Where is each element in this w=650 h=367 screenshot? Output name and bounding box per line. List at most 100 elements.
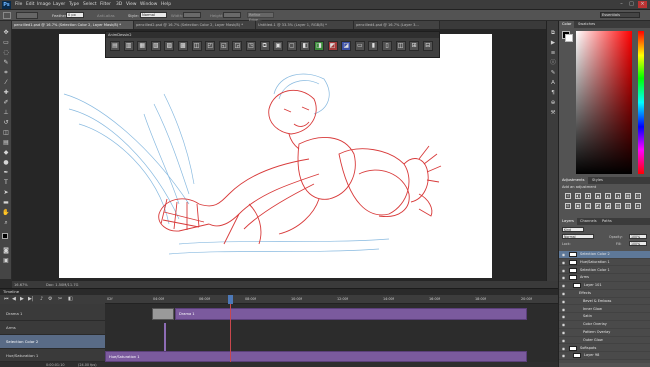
opacity-input[interactable]: 100%	[629, 234, 647, 239]
visibility-eye-icon[interactable]: ◉	[561, 330, 566, 335]
layer-row[interactable]: ◉ Pattern Overlay	[559, 329, 650, 337]
anim-button-7[interactable]: ◫	[191, 41, 202, 51]
visibility-eye-icon[interactable]: ◉	[561, 283, 566, 288]
menu-filter[interactable]: Filter	[100, 2, 111, 7]
anim-button-19[interactable]: ▭	[354, 41, 365, 51]
lasso-tool-icon[interactable]: ◌	[2, 49, 10, 57]
settings-icon[interactable]: ⚙	[48, 296, 52, 302]
adjustment-icon[interactable]: ▦	[625, 193, 631, 199]
tool-presets-icon[interactable]: ⚒	[549, 109, 557, 117]
antialias-checkbox[interactable]: Anti-alias	[97, 13, 115, 18]
layer-row[interactable]: ◉ Selection Color 1	[559, 267, 650, 275]
properties-icon[interactable]: ≡	[549, 49, 557, 57]
marquee-tool-icon[interactable]: ▭	[2, 39, 10, 47]
dodge-icon[interactable]: ●	[2, 159, 10, 167]
timeline-ruler[interactable]: 02f 04:00f 06:00f 08:00f 10:00f 12:00f 14:00f 1…	[105, 295, 558, 304]
anim-button-11[interactable]: ◳	[246, 41, 256, 51]
anim-button-6[interactable]: ▩	[178, 41, 188, 51]
adjustment-icon[interactable]: ▲	[595, 193, 601, 199]
anim-button-20[interactable]: ▮	[368, 41, 379, 51]
anim-button-5[interactable]: ▨	[164, 41, 175, 51]
menu-view[interactable]: View	[126, 2, 136, 7]
adjustment-icon[interactable]: ▤	[615, 203, 621, 209]
brush-presets-icon[interactable]: ✎	[549, 69, 557, 77]
anim-button-22[interactable]: ◫	[395, 41, 406, 51]
anim-button-13[interactable]: ▣	[273, 41, 284, 51]
anim-button-10[interactable]: ◲	[232, 41, 243, 51]
menu-type[interactable]: Type	[69, 2, 79, 7]
blend-mode-select[interactable]: Normal	[562, 234, 594, 239]
anim-button-24[interactable]: ⊟	[422, 41, 433, 51]
adjustment-icon[interactable]: ◑	[585, 193, 591, 199]
selection-mode-group[interactable]	[16, 12, 38, 19]
tab-layers[interactable]: Layers	[559, 218, 577, 225]
tab-swatches[interactable]: Swatches	[575, 21, 598, 28]
visibility-eye-icon[interactable]: ◉	[561, 252, 566, 257]
tab-color[interactable]: Color	[559, 21, 575, 28]
blur-icon[interactable]: ◆	[2, 149, 10, 157]
visibility-eye-icon[interactable]: ◉	[561, 268, 566, 273]
track-selection-color-2[interactable]: Selection Color 2	[0, 335, 105, 349]
shape-tool-icon[interactable]: ▬	[2, 199, 10, 207]
track-hue-saturation-1[interactable]: Hue/Saturation 1	[0, 349, 105, 362]
layer-row[interactable]: ◉ Layer 101	[559, 282, 650, 290]
menu-select[interactable]: Select	[83, 2, 97, 7]
anim-button-12[interactable]: ⧉	[259, 41, 270, 51]
pen-tool-icon[interactable]: ✒	[2, 169, 10, 177]
foreground-color-swatch[interactable]	[2, 233, 8, 239]
layer-row[interactable]: ◉ Effects	[559, 290, 650, 298]
tab-styles[interactable]: Styles	[589, 177, 606, 184]
tab-paths[interactable]: Paths	[599, 218, 615, 225]
next-frame-icon[interactable]: ▶|	[28, 296, 34, 302]
feather-input[interactable]: 0 px	[66, 12, 84, 18]
adjustment-icon[interactable]: ◫	[585, 203, 591, 209]
anim-button-8[interactable]: ◰	[205, 41, 216, 51]
zoom-tool-icon[interactable]: ⌕	[2, 219, 10, 227]
adjustment-icon[interactable]: ◩	[595, 203, 601, 209]
color-field[interactable]	[576, 31, 632, 174]
first-frame-icon[interactable]: ⏮	[4, 296, 9, 302]
layer-row[interactable]: ◉ Color Overlay	[559, 321, 650, 329]
menu-help[interactable]: Help	[161, 2, 171, 7]
healing-brush-icon[interactable]: ✚	[2, 89, 10, 97]
visibility-eye-icon[interactable]: ◉	[561, 275, 566, 280]
clip-drama-1[interactable]: Drama 1	[175, 308, 527, 320]
layer-row[interactable]: ◉ Satin	[559, 313, 650, 321]
anim-button-16[interactable]: ◨	[314, 41, 324, 51]
type-tool-icon[interactable]: T	[2, 179, 10, 187]
clone-stamp-icon[interactable]: ⊥	[2, 109, 10, 117]
anim-button-15[interactable]: ◧	[300, 41, 311, 51]
menu-edit[interactable]: Edit	[26, 2, 35, 7]
menu-3d[interactable]: 3D	[116, 2, 122, 7]
layer-row[interactable]: ◉ Layer 98	[559, 352, 650, 360]
visibility-eye-icon[interactable]: ◉	[561, 346, 566, 351]
tab-adjustments[interactable]: Adjustments	[559, 177, 588, 184]
adjustment-icon[interactable]: ⊙	[565, 203, 571, 209]
visibility-eye-icon[interactable]: ◉	[561, 353, 566, 358]
adjustment-icon[interactable]: ◈	[635, 203, 641, 209]
move-tool-icon[interactable]: ✥	[2, 29, 10, 37]
hand-tool-icon[interactable]: ✋	[2, 209, 10, 217]
history-brush-icon[interactable]: ↺	[2, 119, 10, 127]
playhead-handle[interactable]	[228, 295, 233, 304]
adjustment-icon[interactable]: ◐	[575, 193, 581, 199]
history-icon[interactable]: ⧉	[549, 29, 557, 37]
doc-tab-2[interactable]: pencilled2.psd @ 16.7% (Selection Color …	[134, 21, 256, 29]
hue-slider[interactable]	[638, 31, 644, 174]
path-select-icon[interactable]: ➤	[2, 189, 10, 197]
layer-row[interactable]: ◉ Softspots	[559, 345, 650, 353]
height-input[interactable]	[223, 12, 241, 18]
visibility-eye-icon[interactable]: ◉	[561, 307, 566, 312]
split-icon[interactable]: ✂	[58, 296, 62, 302]
document-canvas[interactable]	[59, 34, 492, 278]
audio-icon[interactable]: ♪	[40, 296, 43, 302]
menu-file[interactable]: File	[15, 2, 22, 7]
anim-button-14[interactable]: ▢	[286, 41, 297, 51]
quick-mask-icon[interactable]: ◙	[2, 247, 10, 255]
anim-button-3[interactable]: ▦	[137, 41, 148, 51]
doc-tab-1[interactable]: pencilled1.psd @ 16.7% (Selection Color …	[12, 21, 134, 29]
layer-row[interactable]: ◉ Hue/Saturation 1	[559, 259, 650, 267]
visibility-eye-icon[interactable]: ◉	[561, 338, 566, 343]
adjustment-icon[interactable]: ▥	[625, 203, 631, 209]
anim-button-18[interactable]: ◪	[341, 41, 352, 51]
